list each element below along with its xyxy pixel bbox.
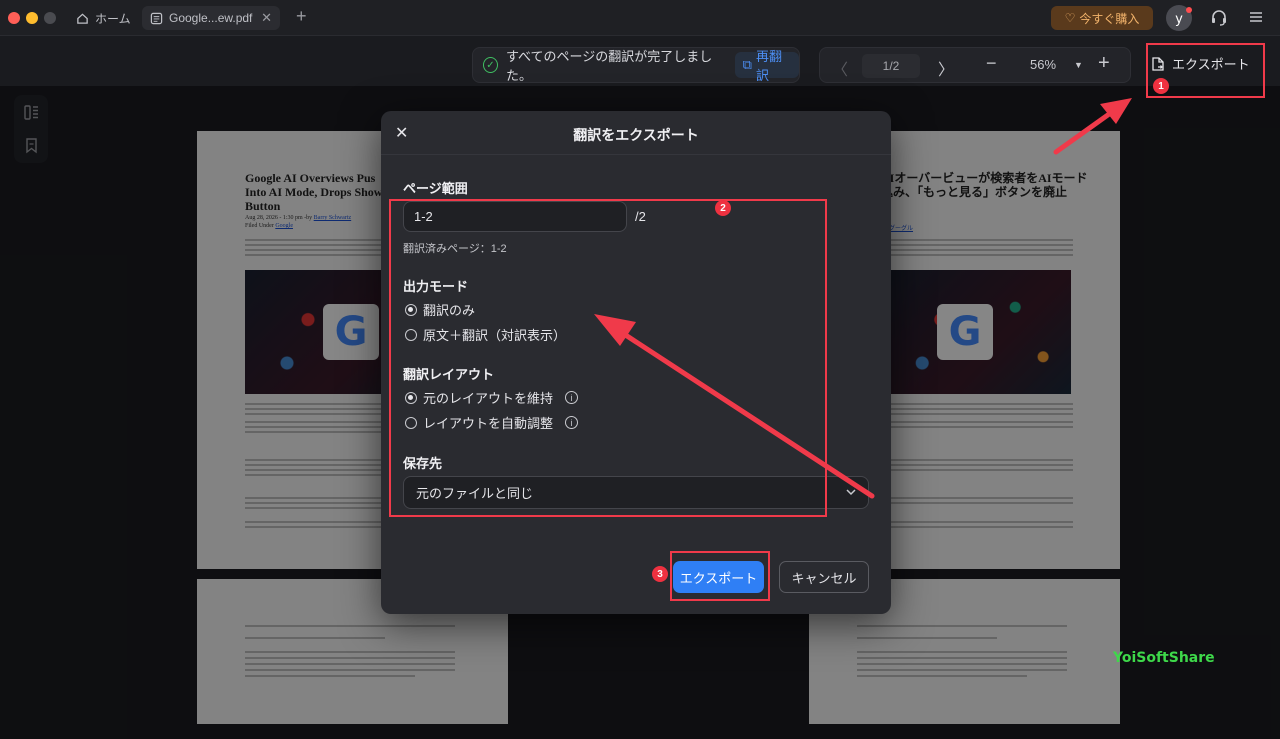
zoom-level[interactable]: 56% (1030, 57, 1056, 72)
previous-page-icon[interactable]: 〈 (832, 56, 848, 80)
chevron-down-icon (846, 489, 856, 496)
avatar-letter: y (1175, 10, 1183, 26)
translation-status-text: すべてのページの翻訳が完了しました。 (505, 49, 713, 83)
close-tab-icon[interactable]: ✕ (261, 10, 272, 26)
highlight-dialog-options (389, 199, 827, 517)
cancel-button[interactable]: キャンセル (779, 561, 869, 593)
highlight-export-button (670, 551, 770, 601)
next-page-icon[interactable]: 〉 (938, 56, 954, 80)
minimize-window-button[interactable] (26, 12, 38, 24)
headset-icon[interactable] (1209, 8, 1229, 28)
page-indicator[interactable]: 1/2 (862, 54, 920, 78)
tab-home-label: ホーム (95, 11, 131, 26)
tab-document-label: Google...ew.pdf (169, 11, 253, 25)
page-range-label: ページ範囲 (403, 181, 468, 196)
retranslate-button[interactable]: ⧉ 再翻訳 (734, 49, 799, 83)
watermark: YoiSoftShare (1113, 650, 1215, 666)
zoom-dropdown-icon[interactable]: ▼ (1074, 60, 1083, 70)
translation-status-bar: ✓ すべてのページの翻訳が完了しました。 ⧉ 再翻訳 (472, 47, 800, 83)
step-badge-1: 1 (1153, 78, 1169, 94)
close-window-button[interactable] (8, 12, 20, 24)
home-icon (77, 12, 88, 24)
title-bar: ホーム Google...ew.pdf ✕ + ♡ 今すぐ購入 y (0, 0, 1280, 36)
translate-icon: ⧉ (742, 57, 752, 72)
step-badge-2: 2 (715, 200, 731, 216)
dialog-header: ✕ 翻訳をエクスポート (381, 111, 891, 155)
zoom-in-icon[interactable]: + (1098, 52, 1110, 75)
new-tab-button[interactable]: + (296, 6, 307, 27)
pdf-icon (150, 12, 163, 24)
notification-dot (1186, 7, 1192, 13)
zoom-out-icon[interactable]: − (986, 53, 997, 74)
page-navigation-bar: 〈 1/2 〉 − 56% ▼ + (819, 47, 1131, 83)
dialog-title: 翻訳をエクスポート (573, 127, 699, 143)
buy-now-button[interactable]: ♡ 今すぐ購入 (1051, 6, 1153, 30)
heart-icon: ♡ (1064, 11, 1076, 25)
check-circle-icon: ✓ (483, 57, 498, 73)
avatar[interactable]: y (1166, 5, 1192, 31)
zoom-window-button[interactable] (44, 12, 56, 24)
tab-document[interactable]: Google...ew.pdf ✕ (142, 6, 280, 30)
step-badge-3: 3 (652, 566, 668, 582)
retranslate-label: 再翻訳 (755, 49, 782, 83)
tab-home[interactable]: ホーム (68, 6, 139, 30)
buy-now-label: 今すぐ購入 (1079, 11, 1140, 26)
menu-icon[interactable] (1247, 8, 1265, 26)
